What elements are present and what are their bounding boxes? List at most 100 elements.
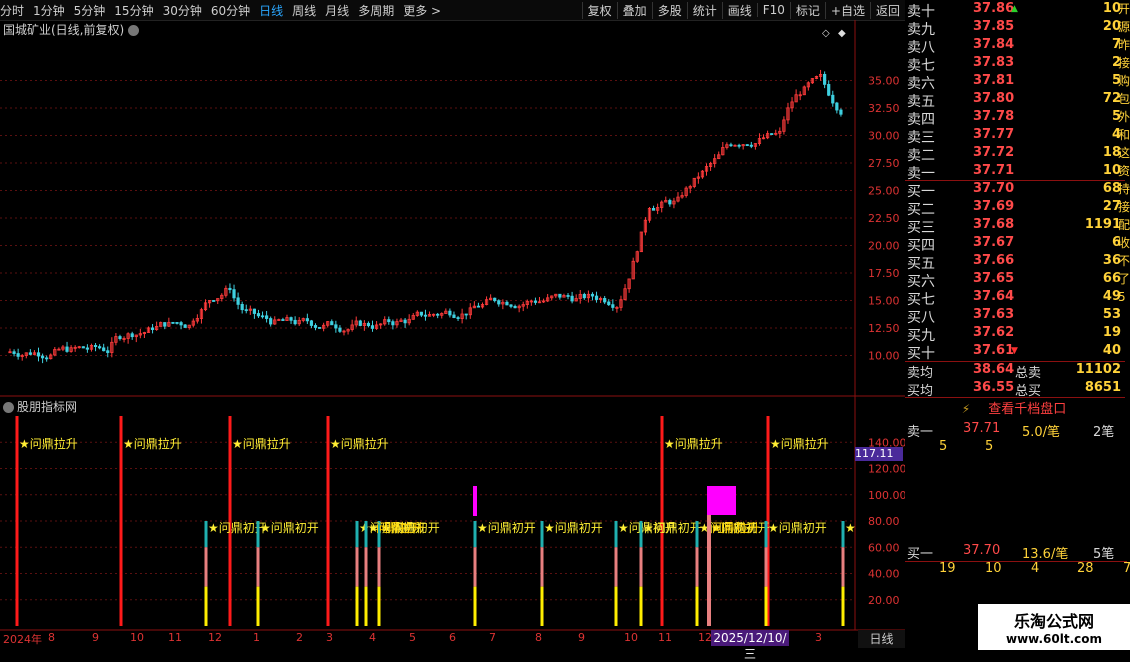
- kline-candle: [265, 315, 269, 319]
- date-tick-label: 6: [449, 631, 456, 644]
- kline-candle: [497, 300, 501, 305]
- queue-divider: [905, 561, 1127, 562]
- sell-level-row[interactable]: 卖十 37.86 10 ▲: [905, 1, 1123, 20]
- sell-level-row[interactable]: 卖五 37.80 72: [905, 91, 1123, 110]
- indicator-value-badge: 117.11: [855, 447, 903, 461]
- level-price: 37.81: [973, 73, 1015, 88]
- level-label: 买十: [907, 346, 935, 362]
- indicator-title: 股朋指标网: [3, 398, 77, 415]
- sell-level-row[interactable]: 卖九 37.85 20: [905, 19, 1123, 38]
- level-label: 卖六: [907, 76, 935, 92]
- kline-candle: [729, 144, 733, 147]
- detail-price: 37.71: [963, 421, 1001, 436]
- kline-candle: [558, 293, 562, 298]
- sell-level-row[interactable]: 卖七 37.83 2: [905, 55, 1123, 74]
- book-divider: [905, 397, 1125, 398]
- kline-candle: [749, 144, 753, 147]
- indicator-name: 股朋指标网: [17, 400, 78, 414]
- kline-candle: [509, 304, 513, 307]
- start-bar-pink: [639, 547, 643, 587]
- kline-candle: [16, 353, 20, 357]
- kline-candle: [179, 322, 183, 326]
- level-label: 卖十: [907, 4, 935, 20]
- watermark: 乐淘公式网 www.60lt.com: [978, 604, 1130, 650]
- buy-level-row[interactable]: 买六 37.65 66: [905, 271, 1123, 290]
- detail-count: 2笔: [1093, 425, 1115, 440]
- kline-candle: [594, 295, 599, 300]
- price-tick-label: 15.00: [868, 295, 900, 308]
- kline-candle: [252, 308, 256, 314]
- kline-candle: [313, 325, 318, 328]
- kline-candle: [260, 315, 265, 318]
- book-summary-row: 卖均 38.64 总卖 11102: [905, 362, 1123, 381]
- buy-level-row[interactable]: 买三 37.68 1191: [905, 217, 1123, 236]
- view-thousand-level-button[interactable]: 查看千档盘口: [988, 402, 1066, 417]
- chevron-down-icon[interactable]: [128, 25, 140, 36]
- buy-level-row[interactable]: 买一 37.70 68: [905, 181, 1123, 200]
- kline-candle: [150, 327, 155, 330]
- kline-candle: [36, 352, 41, 357]
- kline-candle: [387, 319, 391, 323]
- summary-volume: 11102: [1075, 362, 1121, 377]
- kline-candle: [40, 355, 45, 359]
- buy-level-row[interactable]: 买四 37.67 6: [905, 235, 1123, 254]
- chevron-down-icon[interactable]: [3, 402, 14, 413]
- detail-per-order: 5.0/笔: [1022, 425, 1061, 440]
- date-tick-label: 8: [48, 631, 55, 644]
- buy-level-row[interactable]: 买十 37.61 40 ▼: [905, 343, 1123, 362]
- diamond-marker: ◆: [838, 28, 846, 39]
- overlap-signal-label: 问鼎拉升: [376, 520, 424, 535]
- sell-level-row[interactable]: 卖六 37.81 5: [905, 73, 1123, 92]
- level-price: 37.70: [973, 181, 1015, 196]
- buy-level-row[interactable]: 买八 37.63 53: [905, 307, 1123, 326]
- level-price: 37.84: [973, 37, 1015, 52]
- sell-level-row[interactable]: 卖四 37.78 5: [905, 109, 1123, 128]
- buy-level-row[interactable]: 买五 37.66 36: [905, 253, 1123, 272]
- kline-candle: [281, 319, 285, 321]
- lift-signal-label: ★问鼎拉升: [330, 436, 389, 451]
- level-price: 37.66: [973, 253, 1015, 268]
- level-price: 37.71: [973, 163, 1015, 178]
- start-bar-yellow: [377, 586, 381, 626]
- sell-level-row[interactable]: 卖三 37.77 4: [905, 127, 1123, 146]
- kline-candle: [403, 319, 407, 324]
- start-bar-yellow: [764, 586, 768, 626]
- sell-level-row[interactable]: 卖八 37.84 7: [905, 37, 1123, 56]
- sell-level-row[interactable]: 卖一 37.71 10: [905, 163, 1123, 182]
- buy-level-row[interactable]: 买七 37.64 49: [905, 289, 1123, 308]
- level-label: 卖九: [907, 22, 935, 38]
- sell-level-row[interactable]: 卖二 37.72 18: [905, 145, 1123, 164]
- chart-title: 国城矿业(日线,前复权): [3, 21, 140, 38]
- date-tick-label: 3: [815, 631, 822, 644]
- kline-chart[interactable]: 35.00 32.50 30.00 27.50 25.00 22.50 20.00 17.50…: [0, 0, 905, 650]
- kline-candle: [171, 321, 175, 324]
- price-tick-label: 35.00: [868, 75, 900, 88]
- kline-candle: [85, 347, 89, 350]
- buy-level-row[interactable]: 买九 37.62 19: [905, 325, 1123, 344]
- kline-candle: [370, 325, 375, 329]
- buy-level-row[interactable]: 买二 37.69 27: [905, 199, 1123, 218]
- queue-order-size: 7: [1123, 561, 1130, 576]
- sell1-detail-row[interactable]: 卖一 37.71 5.0/笔 2笔: [905, 421, 1127, 440]
- kline-candle: [212, 300, 216, 302]
- watermark-name: 乐淘公式网: [1013, 612, 1094, 631]
- kline-candle: [118, 336, 122, 340]
- indicator-tick-label: 120.00: [868, 463, 905, 476]
- book-summary-row: 买均 36.55 总买 8651: [905, 380, 1123, 399]
- kline-candle: [45, 357, 49, 360]
- level-label: 卖二: [907, 148, 935, 164]
- kline-candle: [12, 351, 16, 354]
- kline-candle: [183, 324, 187, 328]
- kline-candle: [106, 350, 110, 353]
- date-tick-label: 9: [92, 631, 99, 644]
- start-bar-pink: [540, 547, 544, 587]
- timeframe-label[interactable]: 日线: [858, 630, 905, 648]
- date-tick-label: 8: [535, 631, 542, 644]
- indicator-tick-label: 40.00: [868, 568, 900, 581]
- level-price: 37.65: [973, 271, 1015, 286]
- lift-signal-label: ★问鼎拉升: [664, 436, 723, 451]
- level-price: 37.69: [973, 199, 1015, 214]
- buy1-detail-row[interactable]: 买一 37.70 13.6/笔 5笔: [905, 543, 1127, 562]
- kline-candle: [236, 297, 240, 305]
- level-price: 37.72: [973, 145, 1015, 160]
